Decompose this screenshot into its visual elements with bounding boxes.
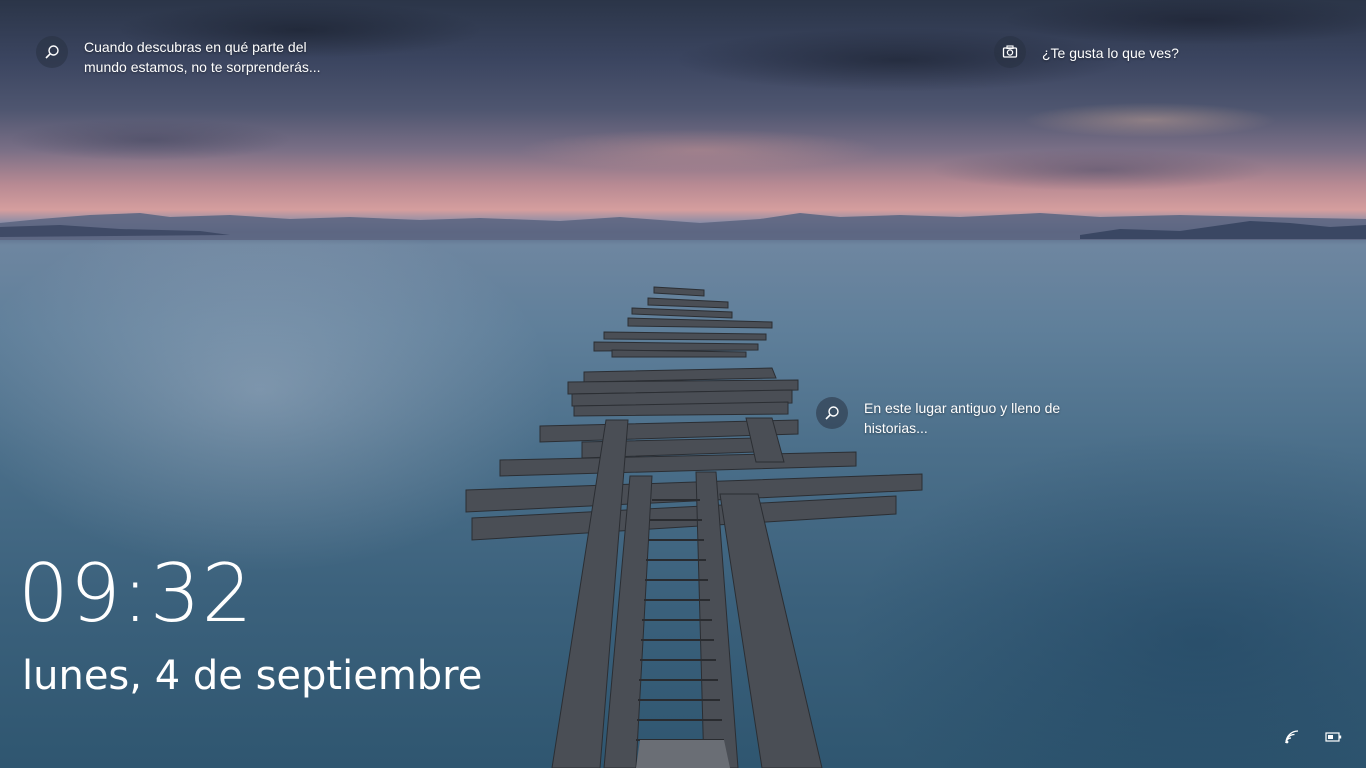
- battery-icon[interactable]: [1325, 728, 1343, 746]
- hotspot-text: Cuando descubras en qué parte del mundo …: [84, 39, 321, 75]
- camera-icon: [994, 36, 1026, 68]
- clock-date: lunes, 4 de septiembre: [22, 653, 483, 699]
- search-icon: [816, 397, 848, 429]
- hotspot-text: En este lugar antiguo y lleno de histori…: [864, 400, 1061, 436]
- hotspot-text: ¿Te gusta lo que ves?: [1042, 45, 1179, 61]
- like-what-you-see-button[interactable]: ¿Te gusta lo que ves?: [994, 36, 1179, 68]
- hotspot-fact-history[interactable]: En este lugar antiguo y lleno de histori…: [816, 397, 1061, 438]
- lock-screen[interactable]: Cuando descubras en qué parte del mundo …: [0, 0, 1366, 768]
- wifi-icon[interactable]: [1283, 728, 1301, 746]
- clock-time: 09:32: [18, 547, 254, 640]
- search-icon: [36, 36, 68, 68]
- hotspot-fact-location[interactable]: Cuando descubras en qué parte del mundo …: [36, 36, 321, 77]
